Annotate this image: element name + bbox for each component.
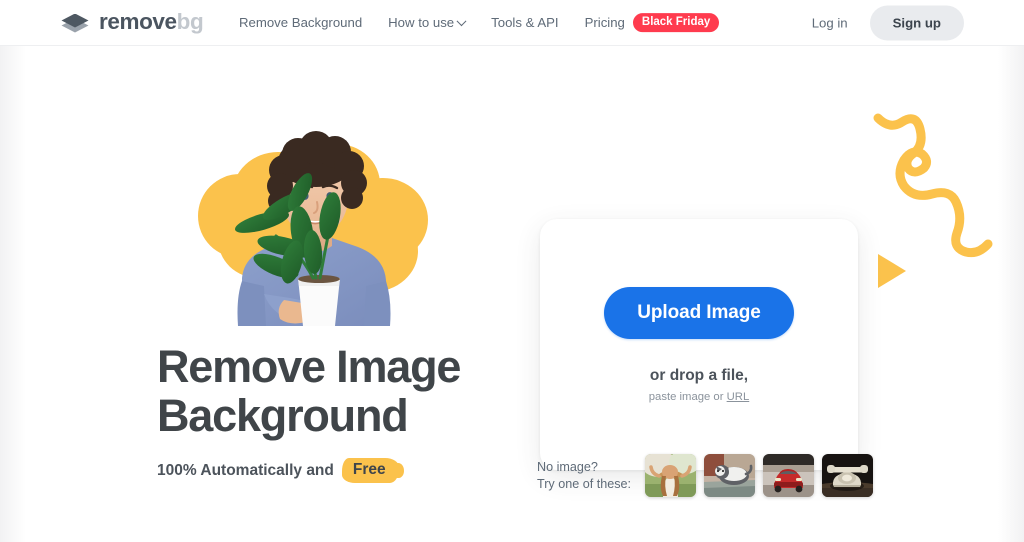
signup-button[interactable]: Sign up [869, 5, 964, 40]
header-actions: Log in Sign up [806, 5, 964, 40]
hero-headline-block: Remove Image Background 100% Automaticall… [157, 342, 517, 484]
logo-word-remove: remove [99, 9, 177, 35]
free-label: Free [352, 461, 386, 478]
paste-image-hint: paste image or URL [649, 391, 749, 403]
hero-subheading: 100% Automatically and Free [157, 457, 517, 484]
nav-item-remove-background[interactable]: Remove Background [239, 15, 362, 30]
nav-label: How to use [388, 14, 455, 30]
heading-line-1: Remove Image [157, 341, 461, 392]
nav-item-tools-api[interactable]: Tools & API [491, 15, 558, 30]
site-header: removebg Remove Background How to use To… [0, 0, 1024, 46]
sample-vintage-telephone[interactable] [822, 454, 874, 497]
sample-images-row: No image? Try one of these: [537, 454, 877, 497]
black-friday-badge[interactable]: Black Friday [632, 12, 720, 33]
sample-woman-in-hat[interactable] [645, 454, 697, 497]
sample-images-label: No image? Try one of these: [537, 459, 631, 493]
subheading-text: 100% Automatically and [157, 461, 334, 479]
hero-left-section: Remove Image Background 100% Automaticall… [0, 46, 520, 542]
nav-label: Tools & API [491, 14, 559, 30]
sample-cat[interactable] [704, 454, 756, 497]
sample-label-line-2: Try one of these: [537, 476, 632, 491]
page-title: Remove Image Background [157, 342, 517, 440]
upload-dropzone-card[interactable]: Upload Image or drop a file, paste image… [540, 219, 858, 470]
nav-label: Remove Background [239, 14, 363, 30]
logo[interactable]: removebg [60, 9, 204, 35]
nav-item-pricing[interactable]: Pricing Black Friday [584, 12, 720, 33]
login-link[interactable]: Log in [806, 11, 854, 34]
sample-label-line-1: No image? [537, 459, 598, 474]
logo-text: removebg [99, 9, 204, 35]
upload-section: Upload Image or drop a file, paste image… [529, 46, 1024, 542]
free-highlight-badge: Free [341, 457, 404, 484]
upload-image-button[interactable]: Upload Image [604, 286, 794, 339]
paste-prefix: paste image or [648, 390, 727, 403]
drop-a-file-text: or drop a file, [649, 366, 749, 384]
main-navigation: Remove Background How to use Tools & API… [239, 12, 720, 33]
sample-thumbnails [645, 454, 874, 497]
hero-illustration [180, 126, 428, 326]
nav-label: Pricing [584, 14, 625, 30]
layered-diamond-logo-icon [60, 11, 90, 35]
main-content: Remove Image Background 100% Automaticall… [0, 46, 1024, 542]
sample-red-car[interactable] [763, 454, 815, 497]
man-with-plant-photo [234, 131, 391, 326]
url-link[interactable]: URL [727, 391, 750, 403]
heading-line-2: Background [157, 390, 409, 441]
logo-word-bg: bg [176, 9, 204, 35]
nav-item-how-to-use[interactable]: How to use [388, 14, 467, 30]
chevron-down-icon [456, 16, 467, 27]
